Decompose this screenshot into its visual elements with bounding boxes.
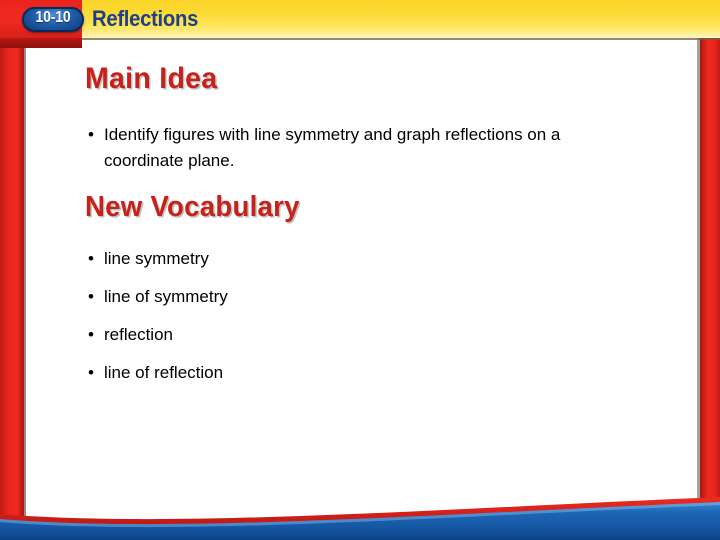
bullet-dot-icon: •	[88, 287, 94, 306]
page-title: Reflections	[92, 6, 199, 31]
new-vocabulary-heading: New Vocabulary	[85, 191, 300, 223]
vocabulary-term: line of reflection	[104, 363, 224, 382]
bullet-dot-icon: •	[88, 125, 94, 144]
bottom-toolbar: Math Online Chapter RESOURCES	[0, 488, 720, 540]
header-bottom-rule	[82, 38, 720, 40]
bullet-dot-icon: •	[88, 325, 94, 344]
bullet-dot-icon: •	[88, 363, 94, 382]
right-red-border	[700, 0, 720, 540]
lesson-number-label: 10-10	[35, 9, 71, 26]
slide-content-area	[26, 46, 697, 512]
right-border-shadow	[697, 38, 700, 524]
bullet-dot-icon: •	[88, 249, 94, 268]
vocabulary-list-item: • line of reflection	[88, 360, 223, 386]
main-idea-bullet-text: Identify figures with line symmetry and …	[104, 125, 561, 170]
vocabulary-list-item: • reflection	[88, 322, 173, 348]
bottom-bar-background	[0, 497, 720, 540]
main-idea-heading: Main Idea	[85, 62, 218, 95]
vocabulary-term: line of symmetry	[104, 287, 228, 306]
vocabulary-list-item: • line of symmetry	[88, 284, 228, 310]
left-red-border	[0, 0, 24, 540]
slide-root: 10-10 Reflections Main Idea • Identify f…	[0, 0, 720, 540]
vocabulary-term: reflection	[104, 325, 173, 344]
vocabulary-term: line symmetry	[104, 249, 209, 268]
main-idea-bullet-item: • Identify figures with line symmetry an…	[88, 122, 608, 174]
vocabulary-list-item: • line symmetry	[88, 246, 209, 272]
header-red-lip	[0, 38, 82, 48]
